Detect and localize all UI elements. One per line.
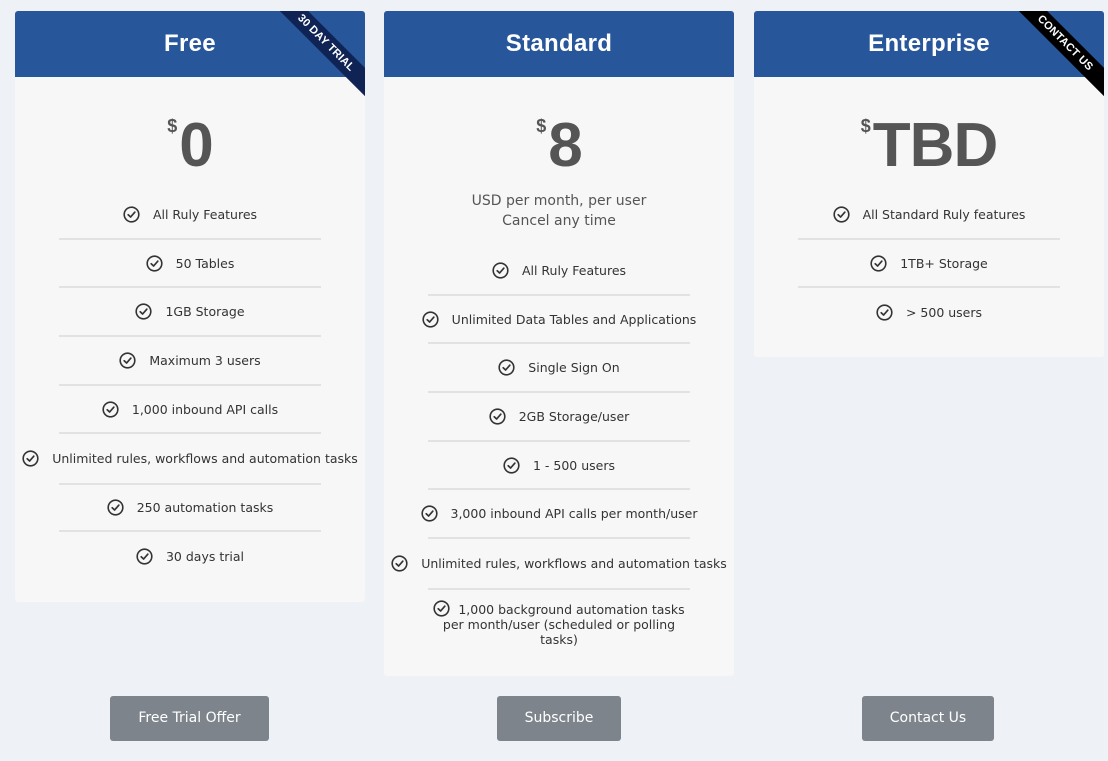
price-amount: 8 [548, 111, 582, 180]
plan-title: Free [164, 30, 216, 57]
plan-card-enterprise: Enterprise CONTACT US $TBD All Standard … [754, 11, 1104, 357]
price-note: USD per month, per user Cancel any time [384, 191, 734, 231]
check-circle-icon [492, 262, 509, 279]
feature-item: 3,000 inbound API calls per month/user [420, 490, 698, 540]
feature-item: 1TB+ Storage [798, 240, 1060, 289]
plan-header: Standard [384, 11, 734, 77]
trial-ribbon-label: 30 DAY TRIAL [280, 11, 365, 96]
check-circle-icon [123, 206, 140, 223]
plan-header: Free 30 DAY TRIAL [15, 11, 365, 96]
feature-item: > 500 users [798, 288, 1060, 337]
feature-item: Single Sign On [428, 344, 690, 394]
feature-item: 1,000 background automation tasks per mo… [428, 587, 690, 648]
plan-header: Enterprise CONTACT US [754, 11, 1104, 96]
currency-symbol: $ [860, 116, 871, 136]
feature-item: Unlimited rules, workflows and automatio… [391, 539, 727, 588]
check-circle-icon [420, 505, 438, 522]
feature-item: 1GB Storage [59, 288, 321, 338]
check-circle-icon [498, 359, 515, 376]
check-circle-icon [107, 499, 124, 516]
contact-us-button[interactable]: Contact Us [862, 696, 994, 741]
feature-item: 1 - 500 users [428, 442, 690, 491]
check-circle-icon [503, 456, 520, 474]
feature-list: All Standard Ruly features 1TB+ Storage … [798, 191, 1060, 337]
check-circle-icon [832, 206, 850, 223]
price-amount: 0 [179, 111, 213, 180]
check-circle-icon [102, 400, 119, 418]
currency-symbol: $ [536, 116, 547, 136]
feature-item: Maximum 3 users [59, 337, 321, 386]
contact-ribbon-label: CONTACT US [1019, 11, 1104, 96]
free-trial-offer-button[interactable]: Free Trial Offer [110, 696, 269, 741]
feature-item: Unlimited Data Tables and Applications [422, 296, 696, 345]
corner-ribbon: CONTACT US [1019, 11, 1104, 96]
check-circle-icon [135, 303, 153, 320]
feature-list: All Ruly Features Unlimited Data Tables … [391, 247, 727, 648]
feature-item: All Ruly Features [59, 191, 321, 240]
price-amount: TBD [872, 111, 998, 180]
check-circle-icon [870, 254, 887, 272]
feature-item: All Ruly Features [428, 247, 690, 296]
billing-period: USD per month, per user [471, 193, 647, 209]
feature-item: 30 days trial [59, 532, 321, 581]
plan-price: $8 [384, 113, 734, 179]
check-circle-icon [136, 548, 153, 565]
plan-price: $0 [15, 113, 365, 179]
feature-list: All Ruly Features 50 Tables 1GB Storage … [22, 191, 358, 581]
cancel-note: Cancel any time [502, 213, 616, 229]
check-circle-icon [489, 408, 506, 425]
feature-item: 250 automation tasks [59, 483, 321, 532]
feature-item: 50 Tables [59, 240, 321, 289]
plan-card-standard: Standard $8 USD per month, per user Canc… [384, 11, 734, 676]
corner-ribbon: 30 DAY TRIAL [280, 11, 365, 96]
check-circle-icon [391, 555, 408, 572]
feature-item: 1,000 inbound API calls [59, 386, 321, 435]
check-circle-icon [876, 304, 893, 321]
subscribe-button[interactable]: Subscribe [497, 696, 621, 741]
check-circle-icon [422, 310, 439, 328]
feature-item: Unlimited rules, workflows and automatio… [22, 434, 358, 483]
pricing-page: Free 30 DAY TRIAL $0 All Ruly Features 5… [0, 0, 1108, 761]
plan-card-free: Free 30 DAY TRIAL $0 All Ruly Features 5… [15, 11, 365, 602]
check-circle-icon [119, 352, 136, 369]
plan-price: $TBD [754, 113, 1104, 179]
feature-item: 2GB Storage/user [428, 393, 690, 442]
plan-title: Enterprise [868, 30, 990, 57]
check-circle-icon [433, 600, 450, 617]
check-circle-icon [22, 450, 39, 467]
currency-symbol: $ [167, 116, 178, 136]
check-circle-icon [146, 254, 163, 272]
feature-item: All Standard Ruly features [798, 191, 1060, 240]
plan-title: Standard [505, 30, 613, 57]
